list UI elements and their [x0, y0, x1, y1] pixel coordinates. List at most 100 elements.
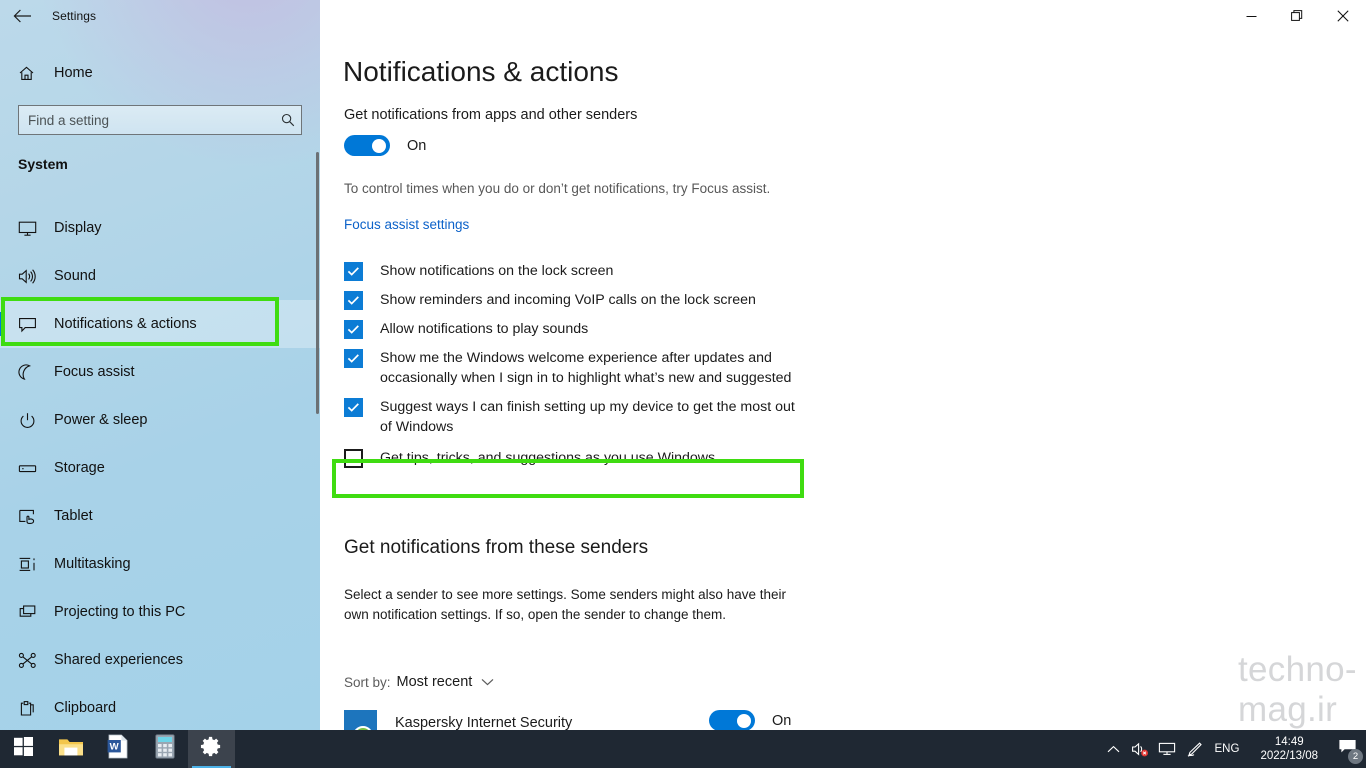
kaspersky-icon [344, 709, 377, 730]
focus-assist-settings-link[interactable]: Focus assist settings [344, 217, 469, 232]
calculator-icon [154, 734, 175, 764]
clipboard-icon [18, 700, 48, 717]
sidebar-item-home[interactable]: Home [0, 58, 320, 88]
sidebar-item-label: Projecting to this PC [54, 604, 186, 620]
monitor-icon [18, 220, 48, 237]
svg-text:W: W [109, 741, 119, 752]
sort-by-prefix: Sort by: [344, 674, 391, 690]
sender-list-item-kaspersky[interactable]: Kaspersky Internet Security On [344, 706, 804, 730]
checkbox-suggest-setup[interactable] [344, 398, 363, 417]
sender-toggle-state: On [772, 712, 792, 729]
language-indicator[interactable]: ENG [1208, 743, 1251, 755]
checkbox-label: Suggest ways I can finish setting up my … [380, 399, 795, 435]
title-bar: Settings [0, 0, 1366, 32]
checkbox-play-sounds[interactable] [344, 320, 363, 339]
checkbox-tips-tricks[interactable] [344, 449, 363, 468]
word-button[interactable]: W [94, 730, 141, 768]
action-center-button[interactable]: 2 [1328, 730, 1366, 768]
clock[interactable]: 14:49 2022/13/08 [1250, 735, 1328, 763]
close-button[interactable] [1320, 0, 1366, 32]
sort-by-dropdown[interactable]: Sort by: Most recent [344, 674, 494, 690]
sidebar-home-label: Home [54, 65, 93, 81]
window-title: Settings [52, 9, 97, 23]
checkbox-row[interactable]: Show notifications on the lock screen [344, 261, 844, 281]
kaspersky-notifications-toggle[interactable] [709, 710, 755, 730]
master-toggle-row: On [344, 135, 426, 156]
sort-by-value: Most recent [396, 674, 473, 690]
settings-button[interactable] [188, 730, 235, 768]
file-explorer-button[interactable] [47, 730, 94, 768]
sidebar-item-focus-assist[interactable]: Focus assist [0, 348, 320, 396]
sidebar-item-notifications-and-actions[interactable]: Notifications & actions [0, 300, 320, 348]
checkbox-label: Get tips, tricks, and suggestions as you… [380, 450, 716, 466]
search-input[interactable] [19, 112, 275, 128]
windows-logo-icon [14, 737, 33, 761]
share-nodes-icon [18, 652, 48, 669]
sidebar-item-sound[interactable]: Sound [0, 252, 320, 300]
sidebar-item-tablet[interactable]: Tablet [0, 492, 320, 540]
multitasking-icon [18, 556, 48, 573]
senders-help-text: Select a sender to see more settings. So… [344, 587, 786, 622]
word-document-icon: W [107, 734, 129, 764]
pen-icon[interactable] [1181, 730, 1208, 768]
sidebar-item-label: Tablet [54, 508, 93, 524]
sidebar-item-display[interactable]: Display [0, 204, 320, 252]
page-title: Notifications & actions [343, 56, 619, 87]
senders-section-title: Get notifications from these senders [344, 537, 649, 558]
checkbox-label: Show reminders and incoming VoIP calls o… [380, 292, 756, 308]
sidebar-item-shared-experiences[interactable]: Shared experiences [0, 636, 320, 684]
toggle-knob [372, 138, 386, 153]
folder-icon [58, 736, 84, 763]
tablet-hand-icon [18, 508, 48, 525]
sidebar-item-power-and-sleep[interactable]: Power & sleep [0, 396, 320, 444]
taskbar: W ENG 14:49 2022/13/08 2 [0, 730, 1366, 768]
sidebar-scrollbar[interactable] [316, 152, 319, 414]
window-controls [1228, 0, 1366, 32]
network-icon[interactable] [1154, 730, 1181, 768]
checkbox-voip-calls[interactable] [344, 291, 363, 310]
checkbox-lock-screen[interactable] [344, 262, 363, 281]
checkbox-row[interactable]: Suggest ways I can finish setting up my … [344, 397, 844, 437]
clock-date: 2022/13/08 [1260, 750, 1318, 762]
sidebar-item-clipboard[interactable]: Clipboard [0, 684, 320, 730]
notification-options-list: Show notifications on the lock screen Sh… [344, 261, 844, 468]
settings-window: Home System Displ [0, 0, 1366, 768]
moon-icon [18, 363, 48, 381]
sidebar-item-label: Multitasking [54, 556, 131, 572]
search-box[interactable] [18, 105, 302, 135]
master-notifications-toggle[interactable] [344, 135, 390, 156]
sidebar-item-label: Power & sleep [54, 412, 148, 428]
checkbox-row[interactable]: Show me the Windows welcome experience a… [344, 348, 844, 388]
checkbox-welcome-experience[interactable] [344, 349, 363, 368]
checkbox-row[interactable]: Show reminders and incoming VoIP calls o… [344, 290, 844, 310]
sender-toggle-row: On [709, 710, 791, 730]
focus-assist-help-text: To control times when you do or don’t ge… [344, 181, 771, 196]
restore-button[interactable] [1274, 0, 1320, 32]
power-icon [18, 412, 48, 429]
checkbox-label: Allow notifications to play sounds [380, 321, 589, 337]
sidebar-item-projecting-to-this-pc[interactable]: Projecting to this PC [0, 588, 320, 636]
chevron-down-icon [481, 678, 494, 686]
back-arrow-icon[interactable] [0, 0, 44, 32]
volume-muted-icon[interactable] [1127, 730, 1154, 768]
sidebar-item-storage[interactable]: Storage [0, 444, 320, 492]
checkbox-label: Show me the Windows welcome experience a… [380, 350, 792, 386]
chat-bubble-icon [18, 316, 48, 333]
minimize-button[interactable] [1228, 0, 1274, 32]
start-button[interactable] [0, 730, 47, 768]
calculator-button[interactable] [141, 730, 188, 768]
toggle-knob [737, 713, 751, 728]
speaker-icon [18, 268, 48, 285]
sidebar-item-label: Storage [54, 460, 105, 476]
main-content: Notifications & actions Get notification… [320, 0, 1366, 730]
checkbox-row[interactable]: Allow notifications to play sounds [344, 319, 844, 339]
title-bar-left: Settings [0, 0, 320, 32]
home-icon [18, 65, 48, 82]
sidebar-item-label: Focus assist [54, 364, 135, 380]
drive-icon [18, 460, 48, 477]
project-screen-icon [18, 604, 48, 621]
sidebar-item-multitasking[interactable]: Multitasking [0, 540, 320, 588]
chevron-up-icon[interactable] [1100, 730, 1127, 768]
checkbox-row[interactable]: Get tips, tricks, and suggestions as you… [344, 446, 844, 468]
sidebar: Home System Displ [0, 0, 320, 730]
